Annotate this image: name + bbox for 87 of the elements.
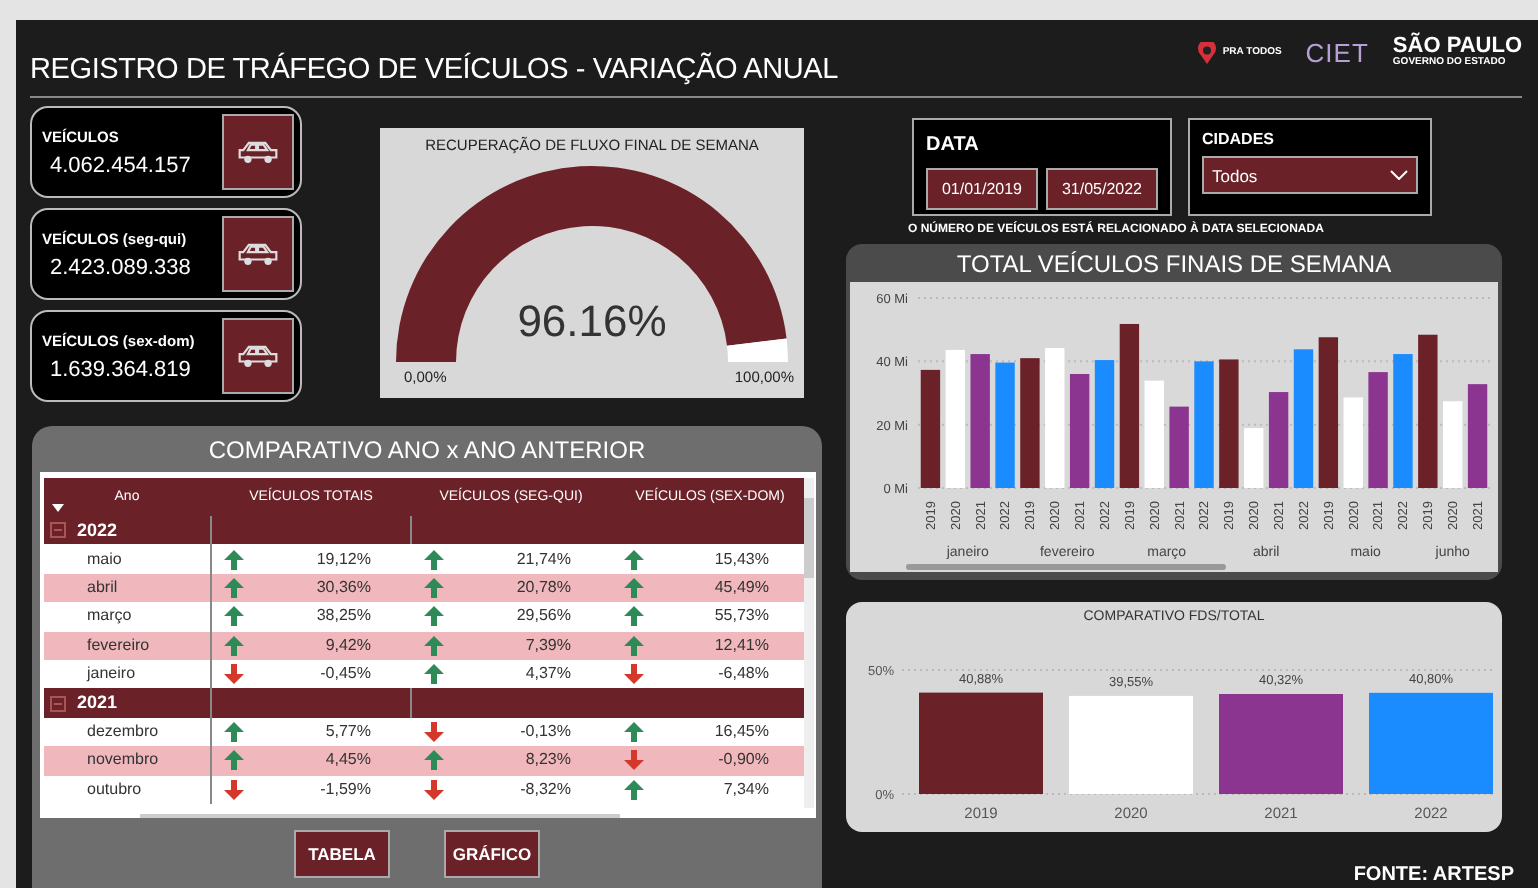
table-cell: 7,39% (525, 637, 571, 654)
bar (1443, 401, 1463, 488)
bar (1144, 380, 1164, 488)
scrollbar[interactable] (906, 564, 1226, 570)
view-button[interactable]: TABELA (294, 830, 390, 878)
table-cell: -1,59% (320, 781, 371, 798)
bar (945, 349, 965, 488)
table-cell: novembro (43, 746, 211, 776)
source-label: FONTE: ARTESP (1353, 864, 1516, 888)
panel-title: TOTAL VEÍCULOS FINAIS DE SEMANA (956, 248, 1392, 282)
table-cell: -8,32% (520, 781, 571, 798)
table-cell: 55,73% (714, 608, 769, 625)
sort-caret-icon[interactable] (51, 504, 63, 512)
bar (995, 362, 1015, 488)
collapse-icon[interactable] (49, 695, 65, 712)
table-cell: outubro (43, 775, 211, 804)
table-cell: dezembro (43, 717, 211, 747)
table-cell: -0,90% (718, 752, 769, 769)
table-cell: 15,43% (714, 551, 769, 568)
bar (970, 354, 990, 488)
bar (1194, 361, 1214, 488)
table-cell: 9,42% (325, 637, 371, 654)
table-cell: 45,49% (714, 579, 769, 596)
filter-label: DATA (926, 134, 979, 156)
bar (1368, 372, 1388, 488)
bar (1219, 694, 1343, 794)
kpi-value: 4.062.454.157 (48, 153, 193, 177)
table-cell: 19,12% (316, 551, 371, 568)
table-cell: maio (43, 544, 211, 574)
city-dropdown[interactable]: Todos (1202, 156, 1418, 194)
group-year: 2021 (77, 692, 118, 713)
bar (920, 369, 941, 488)
car-icon (236, 138, 280, 166)
date-field[interactable]: 01/01/2019 (926, 168, 1038, 210)
bar (1094, 360, 1115, 488)
bar (1393, 354, 1413, 488)
table-cell: 5,77% (325, 723, 371, 740)
table-cell: -6,48% (718, 666, 769, 683)
car-icon (236, 342, 280, 370)
table-cell: 4,37% (525, 666, 571, 683)
table-cell: fevereiro (43, 631, 211, 660)
panel-title: COMPARATIVO ANO x ANO ANTERIOR (208, 434, 646, 468)
bar (1244, 428, 1264, 488)
table-cell: 21,74% (516, 551, 571, 568)
bar (1045, 348, 1065, 488)
bar (1169, 406, 1189, 488)
view-button[interactable]: GRÁFICO (444, 830, 540, 878)
bar (1069, 695, 1193, 794)
table-cell: 30,36% (316, 579, 371, 596)
bar (1268, 392, 1289, 488)
map-pin-icon (1198, 41, 1217, 63)
bar (1020, 358, 1040, 488)
scrollbar[interactable] (803, 478, 813, 808)
dashboard-title: REGISTRO DE TRÁFEGO DE VEÍCULOS - VARIAÇÃO ANUAL (30, 54, 839, 86)
logo-text: SÃO PAULO (1392, 36, 1522, 58)
table-cell: janeiro (43, 659, 211, 689)
kpi-value: 2.423.089.338 (48, 255, 193, 279)
bar (1369, 692, 1493, 794)
date-field[interactable]: 31/05/2022 (1046, 168, 1158, 210)
bar (1467, 384, 1488, 488)
bar (1343, 397, 1363, 488)
table-cell: março (43, 602, 211, 632)
kpi-value: 1.639.364.819 (48, 357, 193, 381)
table-cell: -0,45% (320, 666, 371, 683)
bar (1219, 359, 1239, 488)
logo-text: CIET (1305, 37, 1369, 67)
car-icon (236, 240, 280, 268)
table-cell: abril (43, 573, 211, 603)
group-year: 2022 (77, 519, 118, 540)
table-cell: 4,45% (325, 752, 371, 769)
bar (1293, 349, 1314, 488)
bar (919, 692, 1043, 794)
table-cell: 7,34% (723, 781, 769, 798)
collapse-icon[interactable] (49, 522, 65, 539)
table-cell: -0,13% (520, 723, 571, 740)
table-cell: 20,78% (516, 579, 571, 596)
scrollbar[interactable] (139, 814, 619, 818)
table-cell: 12,41% (714, 637, 769, 654)
gauge-track (727, 338, 788, 362)
table-cell: 38,25% (316, 608, 371, 625)
gauge-reading: 96.16% (517, 296, 667, 348)
table-cell: 16,45% (714, 723, 769, 740)
bar (1069, 374, 1090, 488)
filter-label: CIDADES (1202, 130, 1277, 148)
table-cell: 29,56% (516, 608, 571, 625)
table-cell: 8,23% (525, 752, 571, 769)
chevron-down-icon (1390, 170, 1408, 180)
